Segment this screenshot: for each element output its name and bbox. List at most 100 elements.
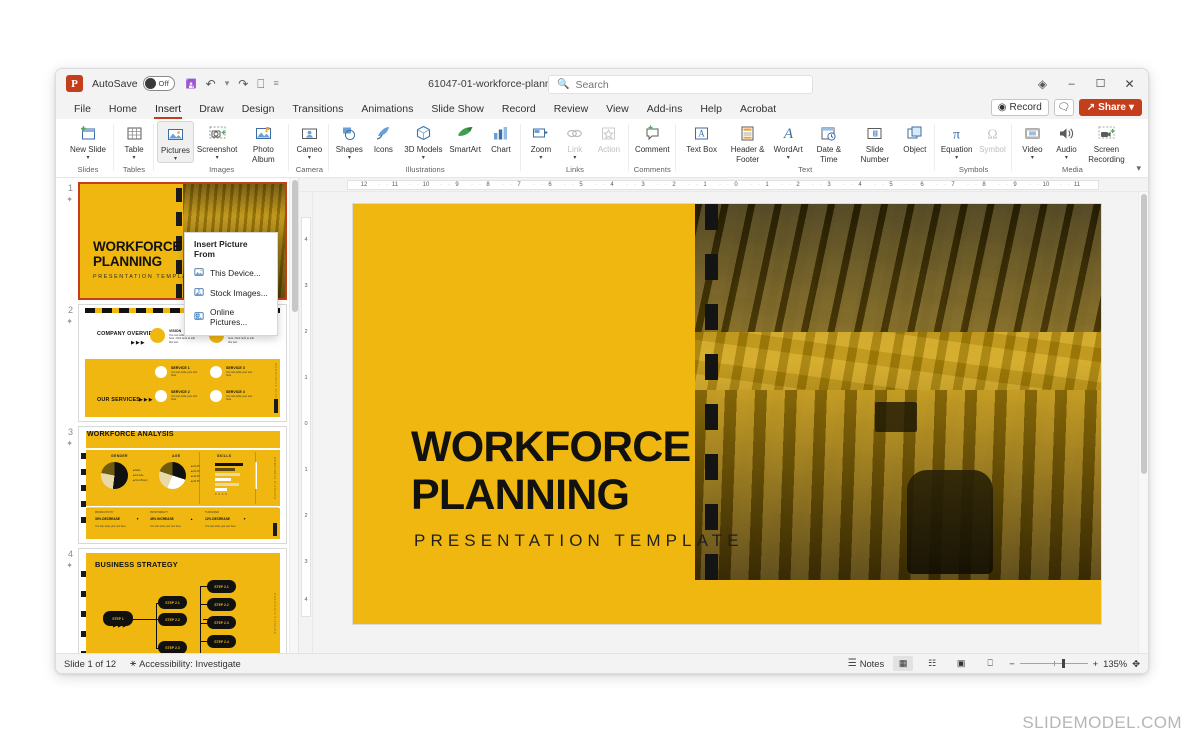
thumbnail-slide-4[interactable]: BUSINESS STRATEGY S (78, 548, 287, 666)
restore-icon[interactable]: ☐ (1086, 72, 1115, 96)
canvas-vertical-scrollbar[interactable]: ▲▼ (1138, 192, 1148, 674)
table-button[interactable]: Table ▾ (117, 121, 151, 161)
thumbnail-row-3[interactable]: 3 ✦ WORKFORCE ANALYSIS GENDER (56, 422, 298, 544)
tab-review[interactable]: Review (545, 99, 597, 119)
tab-record[interactable]: Record (493, 99, 545, 119)
present-icon[interactable]: ⎕ (257, 78, 264, 90)
text-box-button[interactable]: A Text Box (679, 121, 725, 155)
photo-album-button[interactable]: Photo Album (240, 121, 286, 164)
screenshot-button[interactable]: Screenshot ▾ (194, 121, 240, 161)
fit-to-window-icon[interactable]: ✥ (1132, 658, 1140, 670)
tab-view[interactable]: View (597, 99, 638, 119)
chevron-down-icon[interactable]: ▾ (1065, 155, 1068, 161)
chevron-down-icon[interactable]: ▾ (787, 155, 790, 161)
date-time-button[interactable]: Date & Time (806, 121, 852, 164)
share-button[interactable]: ↗ Share ▾ (1079, 99, 1142, 116)
autosave-toggle[interactable]: Off (143, 76, 175, 91)
record-button[interactable]: ◉ Record (991, 99, 1049, 116)
tab-file[interactable]: File (65, 99, 100, 119)
tab-draw[interactable]: Draw (190, 99, 233, 119)
zoom-slider[interactable] (1020, 663, 1088, 664)
chart-button[interactable]: Chart (484, 121, 518, 155)
notes-button[interactable]: ☰ Notes (848, 658, 884, 669)
zoom-in-button[interactable]: + (1093, 658, 1098, 669)
zoom-button[interactable]: Zoom ▾ (524, 121, 558, 161)
chevron-down-icon[interactable]: ▾ (348, 155, 351, 161)
slide-counter[interactable]: Slide 1 of 12 (64, 658, 116, 669)
zoom-out-button[interactable]: − (1009, 658, 1014, 669)
tab-insert[interactable]: Insert (146, 99, 190, 119)
chevron-down-icon[interactable]: ▾ (573, 155, 576, 161)
redo-icon[interactable]: ↷ (238, 78, 248, 90)
menu-item-online-pictures[interactable]: Online Pictures... (185, 303, 277, 331)
share-caret-icon[interactable]: ▾ (1129, 102, 1134, 113)
thumbnail-row-4[interactable]: 4 ✦ BUSINESS STRATEGY (56, 544, 298, 666)
3d-models-button[interactable]: 3D Models ▾ (400, 121, 446, 161)
zoom-value[interactable]: 135% (1103, 658, 1127, 669)
more-icon[interactable]: ≡ (273, 79, 278, 88)
slide-sorter-icon[interactable]: ☷ (922, 656, 942, 671)
minimize-icon[interactable]: – (1057, 72, 1086, 96)
undo-caret-icon[interactable]: ▾ (225, 79, 230, 88)
save-icon[interactable]: 🖪 (186, 77, 197, 90)
tab-add-ins[interactable]: Add-ins (638, 99, 692, 119)
new-slide-button[interactable]: New Slide ▾ (65, 121, 111, 161)
slide-canvas-area[interactable]: WORKFORCEPLANNING PRESENTATION TEMPLATE … (313, 192, 1148, 674)
screen-recording-button[interactable]: Screen Recording (1083, 121, 1129, 164)
chevron-down-icon[interactable]: ▾ (216, 155, 219, 161)
horizontal-ruler[interactable]: 12 ·· 11 ·· 10 ·· 9 ·· 8 ·· 7 ·· 6 ·· (299, 178, 1148, 192)
thumbnail-slide-3[interactable]: WORKFORCE ANALYSIS GENDER ■ Male ■ Femal… (78, 426, 287, 544)
menu-item-stock-images[interactable]: S Stock Images... (185, 283, 277, 303)
chevron-down-icon[interactable]: ▾ (308, 155, 311, 161)
symbol-button[interactable]: Ω Symbol (975, 121, 1009, 155)
cameo-button[interactable]: Cameo ▾ (292, 121, 326, 161)
chevron-down-icon[interactable]: ▾ (174, 156, 177, 162)
pictures-button[interactable]: Pictures ▾ (157, 121, 194, 163)
shapes-button[interactable]: Shapes ▾ (332, 121, 366, 161)
tab-home[interactable]: Home (100, 99, 146, 119)
menu-item-this-device[interactable]: This Device... (185, 263, 277, 283)
tab-help[interactable]: Help (691, 99, 731, 119)
zoom-slider-handle[interactable] (1062, 659, 1065, 668)
icons-button[interactable]: Icons (366, 121, 400, 155)
object-button[interactable]: Object (898, 121, 932, 155)
thumbnail-pane-scrollbar[interactable] (289, 178, 298, 674)
normal-view-icon[interactable]: ▦ (893, 656, 913, 671)
slide-photo[interactable] (695, 204, 1101, 580)
chevron-down-icon[interactable]: ▾ (1031, 155, 1034, 161)
accessibility-status[interactable]: ⚹ Accessibility: Investigate (130, 658, 241, 669)
vertical-ruler[interactable]: 4 3 2 1 0 1 2 3 4 (299, 192, 313, 674)
chevron-down-icon[interactable]: ▾ (422, 155, 425, 161)
search-input[interactable] (575, 79, 804, 91)
tab-animations[interactable]: Animations (352, 99, 422, 119)
equation-button[interactable]: π Equation ▾ (938, 121, 976, 161)
action-button[interactable]: Action (592, 121, 626, 155)
link-button[interactable]: Link ▾ (558, 121, 592, 161)
header-footer-button[interactable]: Header & Footer (725, 121, 771, 164)
tab-slide-show[interactable]: Slide Show (422, 99, 493, 119)
current-slide[interactable]: WORKFORCEPLANNING PRESENTATION TEMPLATE (353, 204, 1101, 624)
ribbon-display-icon[interactable]: ◈ (1028, 72, 1057, 96)
chevron-down-icon[interactable]: ▾ (539, 155, 542, 161)
chevron-down-icon[interactable]: ▾ (132, 155, 135, 161)
canvas-scroll-thumb[interactable] (1141, 194, 1147, 474)
slideshow-icon[interactable]: ⎕ (980, 656, 1000, 671)
undo-icon[interactable]: ↶ (206, 78, 216, 90)
chevron-down-icon[interactable]: ▾ (86, 155, 89, 161)
tab-acrobat[interactable]: Acrobat (731, 99, 785, 119)
close-icon[interactable]: ✕ (1115, 72, 1144, 96)
audio-button[interactable]: Audio ▾ (1049, 121, 1083, 161)
reading-view-icon[interactable]: ▣ (951, 656, 971, 671)
slide-number-button[interactable]: 2 Slide Number (852, 121, 898, 164)
ribbon-collapse-icon[interactable]: ▾ (1136, 163, 1141, 174)
search-box[interactable]: 🔍 (548, 75, 813, 94)
comments-button[interactable]: 🗨 (1054, 99, 1074, 116)
thumbnail-pane-scroll-thumb[interactable] (292, 180, 298, 312)
video-button[interactable]: Video ▾ (1015, 121, 1049, 161)
comment-button[interactable]: Comment (632, 121, 673, 155)
slide-title[interactable]: WORKFORCEPLANNING (411, 423, 690, 519)
slide-subtitle[interactable]: PRESENTATION TEMPLATE (414, 531, 744, 551)
smartart-button[interactable]: SmartArt (446, 121, 484, 155)
wordart-button[interactable]: A WordArt ▾ (771, 121, 806, 161)
chevron-down-icon[interactable]: ▾ (955, 155, 958, 161)
